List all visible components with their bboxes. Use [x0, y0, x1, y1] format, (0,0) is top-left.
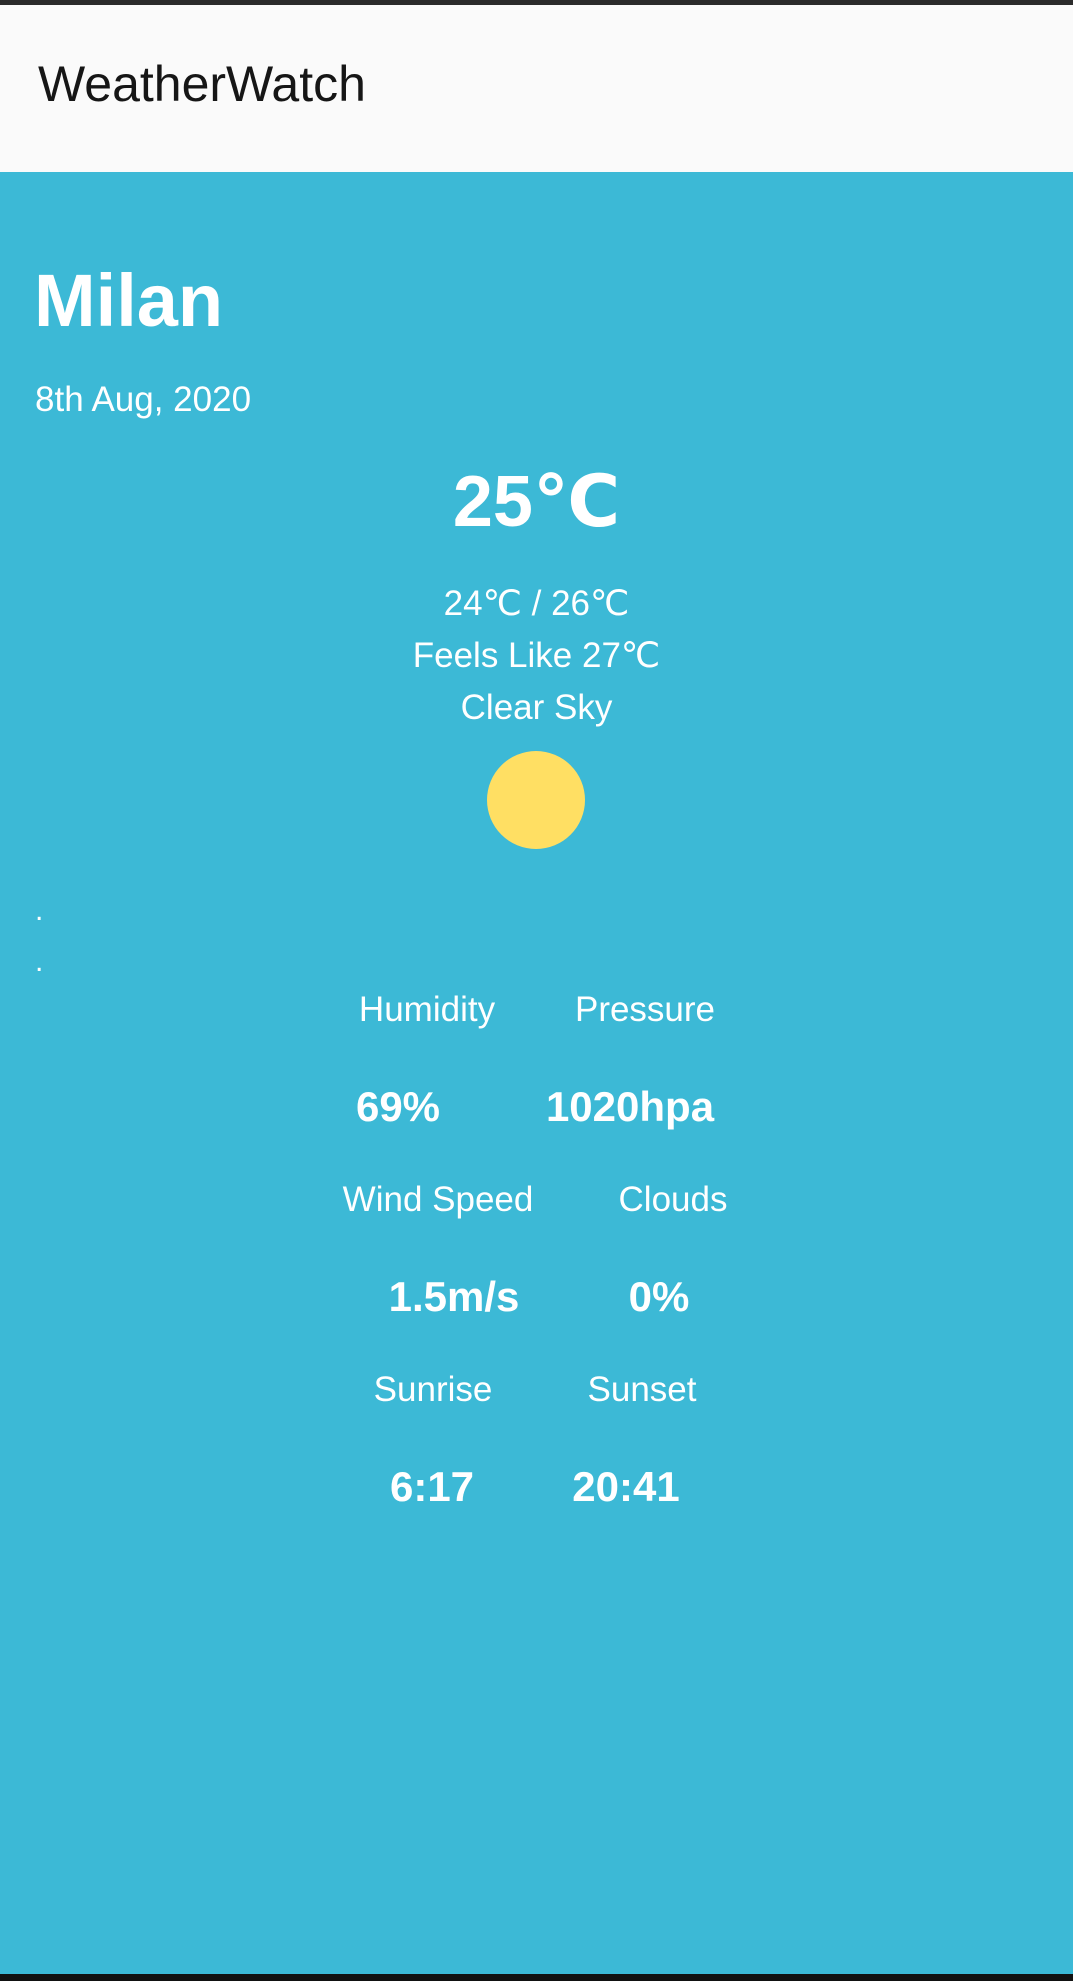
wind-speed-label: Wind Speed	[342, 1180, 534, 1219]
app-bar: WeatherWatch	[0, 5, 1073, 172]
weather-date: 8th Aug, 2020	[35, 380, 252, 419]
weather-panel: Milan 8th Aug, 2020 25℃ 24℃ / 26℃ Feels …	[0, 172, 1073, 1974]
sunrise-label: Sunrise	[373, 1370, 493, 1409]
pressure-value: 1020hpa	[545, 1083, 715, 1130]
city-name: Milan	[34, 259, 224, 342]
sunset-value: 20:41	[572, 1463, 680, 1510]
humidity-value: 69%	[355, 1083, 441, 1130]
navigation-bar-strip	[0, 1974, 1073, 1981]
weather-condition: Clear Sky	[460, 688, 613, 727]
app-title: WeatherWatch	[38, 56, 366, 112]
sunset-label: Sunset	[587, 1370, 697, 1409]
humidity-label: Humidity	[358, 990, 496, 1029]
current-temperature: 25℃	[452, 462, 621, 542]
sun-icon	[487, 751, 585, 849]
wind-speed-value: 1.5m/s	[388, 1273, 520, 1320]
sunrise-value: 6:17	[389, 1463, 475, 1510]
clouds-value: 0%	[628, 1273, 690, 1320]
clouds-label: Clouds	[618, 1180, 728, 1219]
pressure-label: Pressure	[574, 990, 716, 1029]
placeholder-dot: .	[35, 945, 44, 978]
placeholder-dot: .	[35, 894, 44, 927]
feels-like-temperature: Feels Like 27℃	[412, 636, 661, 675]
min-max-temperature: 24℃ / 26℃	[443, 584, 630, 623]
